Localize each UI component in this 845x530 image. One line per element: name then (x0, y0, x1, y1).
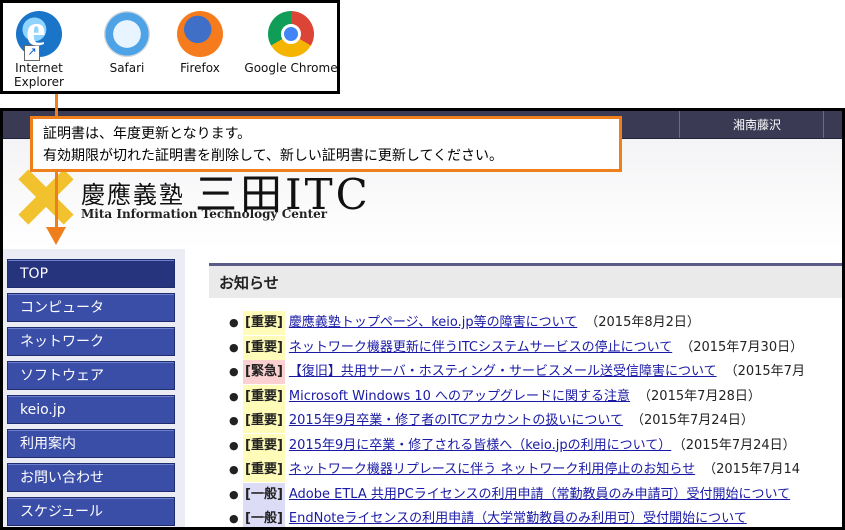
news-list: ● [重要] 慶應義塾トップページ、keio.jp等の障害について （2015年8月2… (229, 311, 842, 527)
browser-chrome[interactable]: Google Chrome (241, 11, 341, 75)
news-link[interactable]: Adobe ETLA 共用PCライセンスの利用申請（常勤教員のみ申請可）受付開始… (289, 487, 790, 502)
news-link[interactable]: ネットワーク機器更新に伴うITCシステムサービスの停止について (289, 340, 672, 355)
news-item: ● [重要] 2015年9月に卒業・修了される皆様へ（keio.jpの利用について）… (229, 433, 842, 459)
browser-label: Safari (109, 61, 145, 75)
news-item: ● [一般] Adobe ETLA 共用PCライセンスの利用申請（常勤教員のみ申請可… (229, 482, 842, 508)
site-name-english: Mita Information Technology Center (81, 207, 328, 221)
news-link[interactable]: ネットワーク機器リプレースに伴う ネットワーク利用停止のお知らせ (289, 462, 695, 477)
news-tag: [重要] (243, 409, 285, 433)
firefox-icon (177, 11, 223, 57)
news-title-bar: お知らせ (209, 263, 842, 298)
callout-line1: 証明書は、年度更新となります。 (43, 126, 252, 142)
bullet-icon: ● (229, 487, 239, 501)
sidebar-item-guide[interactable]: 利用案内 (7, 429, 175, 458)
bullet-icon: ● (229, 340, 239, 354)
news-date: （2015年7月14 (703, 462, 801, 477)
nav-separator (823, 111, 824, 138)
chrome-icon (268, 11, 314, 57)
bullet-icon: ● (229, 389, 239, 403)
news-link[interactable]: 【復旧】共用サーバ・ホスティング・サービスメール送受信障害について (289, 364, 717, 379)
news-item: ● [重要] ネットワーク機器リプレースに伴う ネットワーク利用停止のお知らせ （20… (229, 458, 842, 483)
itc-logo-icon[interactable] (17, 169, 73, 225)
news-tag: [一般] (243, 482, 285, 507)
news-link[interactable]: Microsoft Windows 10 へのアップグレードに関する注意 (289, 389, 630, 404)
news-link[interactable]: 慶應義塾トップページ、keio.jp等の障害について (289, 315, 577, 330)
news-date: （2015年7月24日） (630, 413, 754, 428)
arrow-down-icon (46, 227, 66, 245)
sidebar-item-schedule[interactable]: スケジュール (7, 497, 175, 526)
bullet-icon: ● (229, 512, 239, 525)
bullet-icon: ● (229, 438, 239, 452)
news-tag: [重要] (243, 458, 285, 482)
browser-label-line1: Internet (15, 61, 63, 75)
news-item: ● [重要] Microsoft Windows 10 へのアップグレードに関する注… (229, 384, 842, 410)
news-link[interactable]: 2015年9月卒業・修了者のITCアカウントの扱いについて (289, 413, 623, 428)
news-tag: [一般] (243, 507, 285, 527)
sidebar-item-network[interactable]: ネットワーク (7, 327, 175, 356)
news-tag: [重要] (243, 384, 285, 409)
news-tag: [重要] (243, 311, 285, 335)
bullet-icon: ● (229, 414, 239, 427)
news-section-title: お知らせ (219, 274, 279, 292)
callout-line2: 有効期限が切れた証明書を削除して、新しい証明書に更新してください。 (43, 148, 504, 164)
browser-icons-panel: ↗ Internet Explorer Safari Firefox Googl… (0, 0, 340, 94)
internet-explorer-icon: ↗ (16, 5, 62, 61)
news-date: （2015年7月24日） (679, 437, 796, 453)
news-link[interactable]: EndNoteライセンスの利用申請（大学常勤教員のみ利用可）受付開始について (289, 511, 747, 526)
news-tag: [重要] (243, 335, 285, 360)
sidebar-item-keio-jp[interactable]: keio.jp (7, 395, 175, 424)
browser-safari[interactable]: Safari (97, 11, 157, 75)
news-item: ● [重要] 慶應義塾トップページ、keio.jp等の障害について （2015年8月2… (229, 311, 842, 336)
sidebar: TOP コンピュータ ネットワーク ソフトウェア keio.jp 利用案内 お問… (3, 249, 185, 527)
nav-link-shonan-fujisawa[interactable]: 湘南藤沢 (733, 116, 781, 133)
bullet-icon: ● (229, 463, 239, 476)
site-name-japanese: 慶應義塾 (81, 181, 185, 209)
news-item: ● [緊急] 【復旧】共用サーバ・ホスティング・サービスメール送受信障害について （2… (229, 360, 842, 385)
nav-separator (679, 111, 680, 138)
bullet-icon: ● (229, 316, 239, 329)
sidebar-item-contact[interactable]: お問い合わせ (7, 463, 175, 492)
sidebar-item-top[interactable]: TOP (7, 259, 175, 288)
instruction-callout: 証明書は、年度更新となります。 有効期限が切れた証明書を削除して、新しい証明書に… (30, 116, 622, 172)
sidebar-item-computer[interactable]: コンピュータ (7, 293, 175, 322)
browser-firefox[interactable]: Firefox (169, 11, 231, 75)
news-tag: [緊急] (243, 360, 285, 384)
main-content: お知らせ ● [重要] 慶應義塾トップページ、keio.jp等の障害について （201… (209, 263, 842, 527)
news-item: ● [重要] ネットワーク機器更新に伴うITCシステムサービスの停止について （201… (229, 335, 842, 361)
bullet-icon: ● (229, 365, 239, 378)
news-date: （2015年7月 (724, 364, 805, 379)
browser-label: Firefox (180, 61, 220, 75)
shortcut-arrow-icon: ↗ (24, 45, 40, 61)
browser-label-line2: Explorer (14, 75, 64, 89)
news-item: ● [一般] EndNoteライセンスの利用申請（大学常勤教員のみ利用可）受付開始に… (229, 507, 842, 527)
sidebar-item-software[interactable]: ソフトウェア (7, 361, 175, 390)
news-link[interactable]: 2015年9月に卒業・修了される皆様へ（keio.jpの利用について） (289, 438, 671, 453)
browser-label: Google Chrome (244, 61, 338, 75)
news-item: ● [重要] 2015年9月卒業・修了者のITCアカウントの扱いについて （2015年… (229, 409, 842, 434)
safari-icon (104, 11, 150, 57)
news-tag: [重要] (243, 433, 285, 458)
news-date: （2015年7月28日） (638, 388, 761, 404)
browser-internet-explorer[interactable]: ↗ Internet Explorer (9, 5, 69, 89)
news-date: （2015年8月2日） (585, 315, 700, 330)
news-date: （2015年7月30日） (680, 339, 804, 355)
